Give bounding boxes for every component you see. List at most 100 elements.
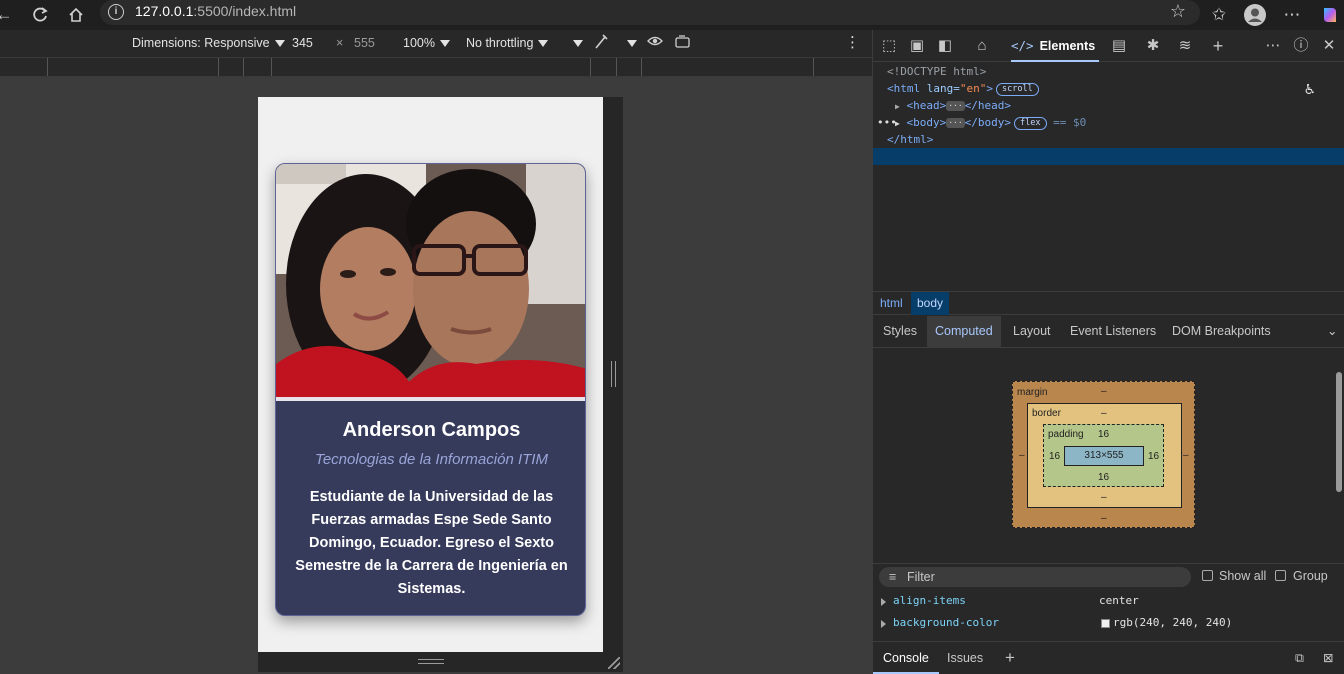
help-icon[interactable]: ⓘ <box>1291 36 1311 56</box>
corner-resize-icon[interactable] <box>608 657 620 669</box>
chevron-down-icon[interactable]: ⌄ <box>1319 316 1344 347</box>
devtools-panel: ⬚ ▣ ◧ ⌂ </> Elements ▤ ✱ ≋ + ⋯ ⓘ ✕ <!DOCT… <box>872 30 1344 674</box>
dom-doctype[interactable]: <!DOCTYPE html> <box>887 63 986 80</box>
show-all-label: Show all <box>1219 569 1267 583</box>
dom-body-node[interactable]: ▶ <body> ··· </body> flex == $0 <box>895 114 1086 131</box>
computed-scrollbar[interactable] <box>1335 352 1343 628</box>
scroll-badge[interactable]: scroll <box>996 83 1039 96</box>
tab-event-listeners[interactable]: Event Listeners <box>1062 316 1164 347</box>
expand-arrow-icon: ▶ <box>895 119 900 128</box>
profile-card: Anderson Campos Tecnologias de la Inform… <box>275 163 586 616</box>
rotate-icon[interactable] <box>675 34 691 51</box>
device-more-icon[interactable]: ⋮ <box>845 33 860 51</box>
right-resize-handle[interactable] <box>603 97 623 652</box>
close-devtools-icon[interactable]: ✕ <box>1319 36 1339 56</box>
dom-html-node[interactable]: <html lang="en"> scroll <box>887 80 1039 97</box>
box-model-diagram: margin – – – – border – – padding 16 16 … <box>1012 381 1195 528</box>
sensors-dropdown[interactable] <box>622 36 637 50</box>
group-label: Group <box>1293 569 1328 583</box>
media-query-ruler <box>0 57 872 77</box>
box-model-padding: padding 16 16 16 16 313×555 <box>1043 424 1164 487</box>
group-checkbox[interactable] <box>1275 570 1286 581</box>
profile-name: Anderson Campos <box>342 419 521 441</box>
profile-role: Tecnologias de la Información ITIM <box>315 451 548 468</box>
tab-console[interactable]: Console <box>873 642 939 674</box>
debugger-bug-icon[interactable]: ✱ <box>1143 36 1163 56</box>
accessibility-icon[interactable]: ♿ <box>1305 79 1315 98</box>
console-tab-icon[interactable]: ▤ <box>1109 36 1129 56</box>
computed-filter-row: ≡ Filter Show all Group <box>873 563 1344 589</box>
address-bar[interactable]: i 127.0.0.1:5500/index.html ☆ <box>100 0 1200 25</box>
drawer-tab-bar: Console Issues + ⧉ ⊠ <box>873 641 1344 674</box>
tab-dom-breakpoints[interactable]: DOM Breakpoints <box>1164 316 1279 347</box>
back-icon[interactable]: ← <box>0 3 16 27</box>
dom-html-close[interactable]: </html> <box>887 131 933 148</box>
width-input[interactable]: 345 <box>292 36 313 50</box>
box-model-content: 313×555 <box>1064 446 1144 466</box>
tab-elements[interactable]: </> Elements <box>1011 30 1099 62</box>
site-info-icon[interactable]: i <box>108 4 124 20</box>
chevron-down-icon <box>627 40 637 48</box>
devtools-more-icon[interactable]: ⋯ <box>1263 36 1283 56</box>
tab-computed[interactable]: Computed <box>927 316 1001 347</box>
expand-arrow-icon <box>881 598 886 606</box>
favorite-star-icon[interactable]: ☆ <box>1170 1 1186 22</box>
chevron-down-icon <box>538 40 549 48</box>
chevron-down-icon <box>274 40 285 48</box>
save-data-select[interactable] <box>568 36 583 50</box>
times-sign: × <box>336 36 344 50</box>
filter-input[interactable]: ≡ Filter <box>879 567 1191 587</box>
profile-avatar-icon[interactable] <box>1243 3 1267 27</box>
tab-issues[interactable]: Issues <box>937 642 993 674</box>
inspect-icon[interactable]: ⬚ <box>879 36 899 56</box>
profile-description: Estudiante de la Universidad de las Fuer… <box>295 489 568 597</box>
throttling-select[interactable]: No throttling <box>466 36 549 50</box>
breadcrumb-html[interactable]: html <box>874 292 909 315</box>
welcome-home-icon[interactable]: ⌂ <box>972 36 992 56</box>
tab-layout[interactable]: Layout <box>1005 316 1059 347</box>
more-menu-icon[interactable]: ⋯ <box>1280 3 1304 27</box>
computed-property-row[interactable]: background-color rgb(240, 240, 240) <box>873 612 1344 634</box>
dom-tree: <!DOCTYPE html> <html lang="en"> scroll ▶… <box>873 63 1344 290</box>
favorites-icon[interactable]: ✩ <box>1207 3 1231 27</box>
network-wifi-icon[interactable]: ≋ <box>1175 36 1195 56</box>
chevron-down-icon <box>573 40 583 48</box>
dom-head-node[interactable]: ▶ <head> ··· </head> <box>895 97 1011 114</box>
height-input[interactable]: 555 <box>354 36 375 50</box>
sensors-icon[interactable] <box>593 33 609 54</box>
selected-row-highlight <box>873 148 1344 165</box>
dock-drawer-icon[interactable]: ⧉ <box>1285 642 1314 674</box>
add-drawer-tab-icon[interactable]: + <box>995 642 1025 674</box>
row-actions-icon[interactable]: ••• <box>877 114 897 131</box>
reload-icon[interactable] <box>28 3 52 27</box>
show-all-checkbox[interactable] <box>1202 570 1213 581</box>
bottom-resize-handle[interactable] <box>258 652 623 672</box>
devtools-tab-bar: ⬚ ▣ ◧ ⌂ </> Elements ▤ ✱ ≋ + ⋯ ⓘ ✕ <box>873 30 1344 62</box>
breadcrumb-body[interactable]: body <box>911 292 950 315</box>
close-drawer-icon[interactable]: ⊠ <box>1313 642 1343 674</box>
eye-icon[interactable] <box>647 34 663 51</box>
home-icon[interactable] <box>64 3 88 27</box>
device-toggle-icon[interactable]: ▣ <box>907 36 927 56</box>
filter-icon: ≡ <box>889 570 897 584</box>
expand-arrow-icon: ▶ <box>895 102 900 111</box>
dom-breadcrumb: html body <box>873 291 1344 315</box>
dimensions-select[interactable]: Dimensions: Responsive <box>132 36 285 50</box>
box-model-border: border – – padding 16 16 16 16 313×555 <box>1027 403 1182 508</box>
emulated-page: Anderson Campos Tecnologias de la Inform… <box>258 97 603 652</box>
zoom-select[interactable]: 100% <box>403 36 450 50</box>
device-toolbar: Dimensions: Responsive 345 × 555 100% No… <box>0 30 872 57</box>
photo-divider <box>276 397 585 401</box>
dock-side-icon[interactable]: ◧ <box>935 36 955 56</box>
color-swatch[interactable] <box>1101 619 1110 628</box>
computed-property-row[interactable]: align-items center <box>873 590 1344 612</box>
flex-badge[interactable]: flex <box>1014 117 1047 130</box>
tab-styles[interactable]: Styles <box>875 316 925 347</box>
add-tab-icon[interactable]: + <box>1208 36 1228 56</box>
styles-subtabs: Styles Computed Layout Event Listeners D… <box>873 316 1344 348</box>
copilot-icon[interactable] <box>1318 3 1342 27</box>
browser-toolbar: ← i 127.0.0.1:5500/index.html ☆ ✩ ⋯ <box>0 0 1344 30</box>
url-text: 127.0.0.1:5500/index.html <box>135 3 297 19</box>
expand-arrow-icon <box>881 620 886 628</box>
chevron-down-icon <box>439 40 450 48</box>
